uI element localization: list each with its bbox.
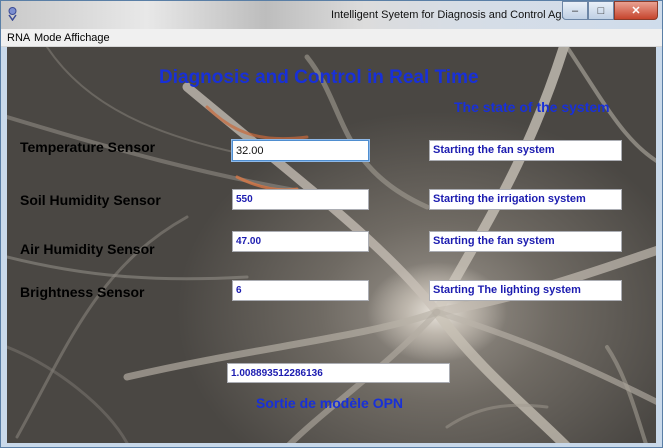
brightness-status-field[interactable]: Starting The lighting system [429, 280, 622, 301]
soil-humidity-value-field[interactable]: 550 [232, 189, 369, 210]
maximize-button[interactable]: □ [588, 1, 614, 20]
minimize-button[interactable]: – [562, 1, 588, 20]
model-output-field[interactable]: 1.008893512286136 [227, 363, 450, 383]
menu-affichage[interactable]: Affichage [64, 32, 110, 44]
temperature-sensor-label: Temperature Sensor [20, 139, 156, 155]
air-humidity-value-field[interactable]: 47.00 [232, 231, 369, 252]
temperature-value-field[interactable]: 32.00 [232, 140, 369, 161]
menu-bar: RNA Mode Affichage [1, 29, 662, 47]
brightness-value-field[interactable]: 6 [232, 280, 369, 301]
app-window: Intelligent Syetem for Diagnosis and Con… [0, 0, 663, 448]
soil-humidity-sensor-label: Soil Humidity Sensor [20, 192, 161, 208]
temperature-status-field[interactable]: Starting the fan system [429, 140, 622, 161]
air-humidity-sensor-label: Air Humidity Sensor [20, 241, 155, 257]
app-icon[interactable] [6, 6, 19, 21]
title-bar[interactable]: Intelligent Syetem for Diagnosis and Con… [1, 1, 662, 29]
page-title: Diagnosis and Control in Real Time [159, 67, 479, 88]
soil-humidity-status-field[interactable]: Starting the irrigation system [429, 189, 622, 210]
menu-mode[interactable]: Mode [34, 32, 62, 44]
air-humidity-status-field[interactable]: Starting the fan system [429, 231, 622, 252]
system-state-title: The state of the system [454, 99, 610, 115]
menu-rna[interactable]: RNA [7, 32, 30, 44]
window-controls: – □ ✕ [562, 1, 658, 21]
close-button[interactable]: ✕ [614, 1, 658, 20]
model-output-label: Sortie de modèle OPN [256, 395, 404, 411]
brightness-sensor-label: Brightness Sensor [20, 284, 145, 300]
main-panel: Diagnosis and Control in Real Time The s… [7, 47, 656, 443]
